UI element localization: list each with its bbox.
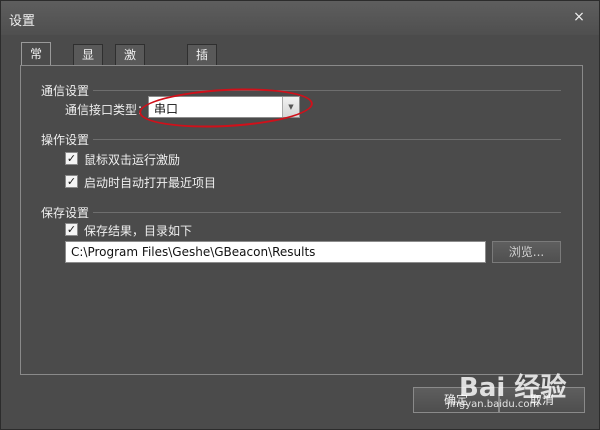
interface-type-select[interactable]: 串口 ▼ (148, 96, 300, 118)
check-icon[interactable]: ✓ (65, 223, 78, 236)
tab-plugins[interactable]: 插件 (187, 44, 218, 82)
auto-open-recent-checkbox[interactable]: ✓ 启动时自动打开最近项目 (65, 174, 265, 190)
save-results-label: 保存结果，目录如下 (84, 224, 193, 238)
tab-general[interactable]: 常规 (21, 42, 52, 83)
close-icon[interactable]: × (571, 9, 587, 25)
settings-dialog: 设置 × 显示 激励工程 插件 常规 通信设置 通信接口类型： 串口 ▼ 操作设… (0, 0, 600, 430)
interface-type-value: 串口 (154, 102, 179, 116)
window-title: 设置 (9, 14, 36, 29)
dblclick-run-checkbox[interactable]: ✓ 鼠标双击运行激励 (65, 151, 225, 167)
results-path-input[interactable]: C:\Program Files\Geshe\GBeacon\Results (65, 241, 486, 263)
divider (93, 139, 561, 140)
browse-button[interactable]: 浏览... (492, 241, 561, 263)
check-icon[interactable]: ✓ (65, 175, 78, 188)
cancel-button[interactable]: 取消 (499, 387, 585, 413)
group-title-save: 保存设置 (41, 206, 90, 220)
auto-open-recent-label: 启动时自动打开最近项目 (84, 176, 217, 190)
check-icon[interactable]: ✓ (65, 152, 78, 165)
group-title-operation: 操作设置 (41, 133, 90, 147)
dblclick-run-label: 鼠标双击运行激励 (84, 153, 181, 167)
group-title-communication: 通信设置 (41, 84, 90, 98)
divider (93, 90, 561, 91)
tab-stimulus-project[interactable]: 激励工程 (115, 44, 146, 122)
divider (93, 212, 561, 213)
save-results-checkbox[interactable]: ✓ 保存结果，目录如下 (65, 222, 235, 238)
title-bar: 设置 × (1, 1, 599, 35)
chevron-down-icon[interactable]: ▼ (282, 97, 299, 117)
ok-button[interactable]: 确定 (413, 387, 499, 413)
interface-type-label: 通信接口类型： (65, 103, 150, 117)
tab-display[interactable]: 显示 (73, 44, 104, 82)
